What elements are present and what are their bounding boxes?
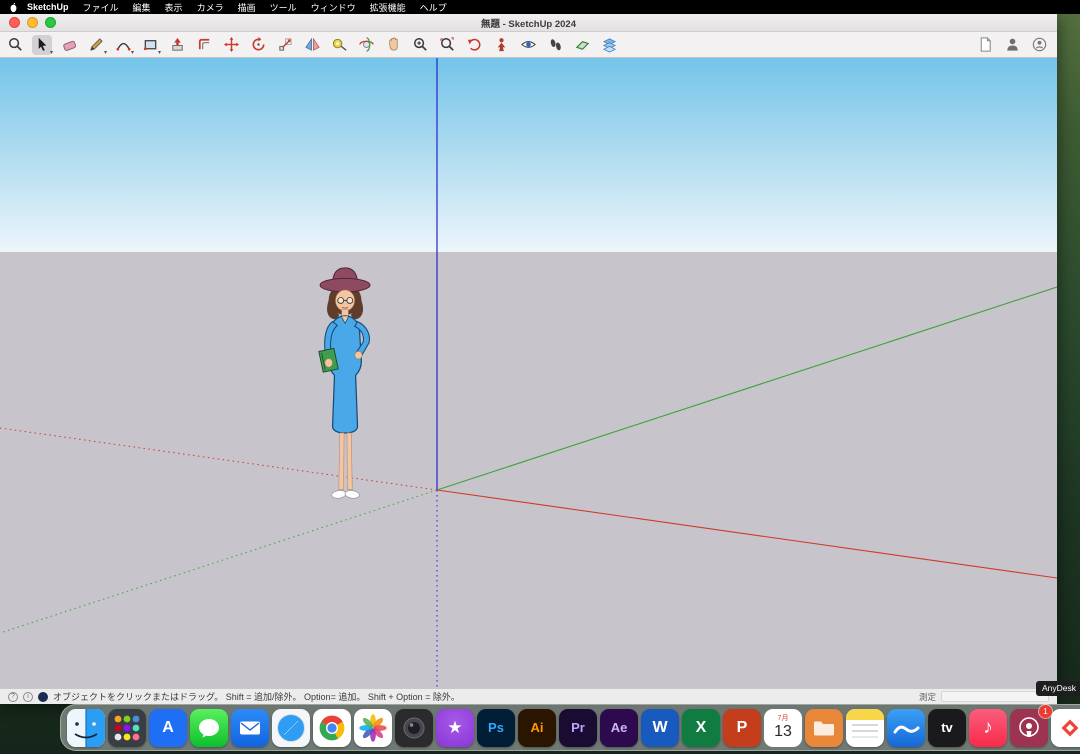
dock-app-photos[interactable] (354, 709, 392, 747)
rotate-tool[interactable] (248, 35, 268, 55)
window-title: 無題 - SketchUp 2024 (481, 16, 576, 30)
title-bar[interactable]: 無題 - SketchUp 2024 (0, 14, 1057, 32)
dock-app-excel[interactable]: X (682, 709, 720, 747)
menu-item-window[interactable]: ウィンドウ (304, 1, 363, 14)
drawing-axes (0, 58, 1057, 688)
select-tool[interactable]: ▾ (32, 35, 52, 55)
menu-item-edit[interactable]: 編集 (126, 1, 158, 14)
measurement-input[interactable] (941, 691, 1049, 702)
help-icon[interactable]: ? (8, 692, 18, 702)
tape-measure-tool[interactable] (329, 35, 349, 55)
dock: A★PsAiPrAeWXP7月13tv♪1 (60, 704, 1080, 751)
offset-tool[interactable] (194, 35, 214, 55)
menu-bar: SketchUp ファイル 編集 表示 カメラ 描画 ツール ウィンドウ 拡張機… (0, 0, 1080, 14)
dock-app-illustrator[interactable]: Ai (518, 709, 556, 747)
help-button[interactable] (1029, 35, 1049, 55)
dock-app-files[interactable] (805, 709, 843, 747)
shapes-tool[interactable]: ▾ (140, 35, 160, 55)
menu-item-draw[interactable]: 描画 (231, 1, 263, 14)
menu-item-camera[interactable]: カメラ (190, 1, 231, 14)
dock-app-photoshop[interactable]: Ps (477, 709, 515, 747)
search-tool[interactable] (5, 35, 25, 55)
dock-app-powerpoint[interactable]: P (723, 709, 761, 747)
dock-app-imovie[interactable]: ★ (436, 709, 474, 747)
dock-app-music[interactable]: ♪ (969, 709, 1007, 747)
menu-item-help[interactable]: ヘルプ (413, 1, 454, 14)
calendar-day: 13 (774, 723, 792, 740)
dock-app-premiere[interactable]: Pr (559, 709, 597, 747)
zoom-tool[interactable] (410, 35, 430, 55)
menu-item-file[interactable]: ファイル (76, 1, 126, 14)
calendar-face: 7月13 (764, 709, 802, 747)
sketchup-window: 無題 - SketchUp 2024 ▾ ▾ ▾ ▾ (0, 14, 1057, 704)
dock-app-word[interactable]: W (641, 709, 679, 747)
menu-item-extensions[interactable]: 拡張機能 (363, 1, 413, 14)
dock-app-chrome[interactable] (313, 709, 351, 747)
line-tool[interactable]: ▾ (86, 35, 106, 55)
dock-app-app-store[interactable]: A (149, 709, 187, 747)
dock-app-after-effects[interactable]: Ae (600, 709, 638, 747)
panels-button[interactable] (975, 35, 995, 55)
dock-app-safari[interactable] (272, 709, 310, 747)
section-plane-tool[interactable] (572, 35, 592, 55)
menu-item-tools[interactable]: ツール (263, 1, 304, 14)
previous-view-tool[interactable] (464, 35, 484, 55)
info-icon[interactable]: i (23, 692, 33, 702)
modeling-viewport[interactable] (0, 58, 1057, 688)
dock-app-apple-tv[interactable]: tv (928, 709, 966, 747)
menu-item-view[interactable]: 表示 (158, 1, 190, 14)
dock-app-launchpad[interactable] (108, 709, 146, 747)
status-bar: ? i オブジェクトをクリックまたはドラッグ。 Shift = 追加/除外。 Opt… (0, 688, 1057, 704)
dock-app-finder[interactable] (67, 709, 105, 747)
apple-logo-icon[interactable] (6, 2, 20, 13)
scale-figure (298, 261, 394, 507)
pan-tool[interactable] (383, 35, 403, 55)
dock-app-anydesk[interactable] (1051, 709, 1080, 747)
measurement-label: 測定 (919, 691, 936, 703)
toolbar: ▾ ▾ ▾ ▾ (0, 32, 1057, 58)
anydesk-tooltip: AnyDesk (1036, 681, 1080, 696)
eraser-tool[interactable] (59, 35, 79, 55)
dock-app-notes[interactable] (846, 709, 884, 747)
zoom-button[interactable] (45, 17, 56, 28)
menu-item-sketchup[interactable]: SketchUp (20, 2, 76, 12)
dock-app-weather[interactable] (887, 709, 925, 747)
position-camera-tool[interactable] (491, 35, 511, 55)
dock-app-mail[interactable] (231, 709, 269, 747)
walk-tool[interactable] (545, 35, 565, 55)
move-tool[interactable] (221, 35, 241, 55)
dock-app-camera[interactable] (395, 709, 433, 747)
zoom-extents-tool[interactable] (437, 35, 457, 55)
calendar-month: 7月 (778, 715, 789, 723)
styles-tool[interactable] (599, 35, 619, 55)
look-around-tool[interactable] (518, 35, 538, 55)
arc-tool[interactable]: ▾ (113, 35, 133, 55)
dock-app-messages[interactable] (190, 709, 228, 747)
flip-tool[interactable] (302, 35, 322, 55)
account-button[interactable] (1002, 35, 1022, 55)
status-hint: オブジェクトをクリックまたはドラッグ。 Shift = 追加/除外。 Optio… (53, 690, 460, 703)
dock-app-calendar[interactable]: 7月13 (764, 709, 802, 747)
context-icon[interactable] (38, 692, 48, 702)
push-pull-tool[interactable] (167, 35, 187, 55)
scale-tool[interactable] (275, 35, 295, 55)
close-button[interactable] (9, 17, 20, 28)
orbit-tool[interactable] (356, 35, 376, 55)
dock-app-podcasts[interactable]: 1 (1010, 709, 1048, 747)
minimize-button[interactable] (27, 17, 38, 28)
